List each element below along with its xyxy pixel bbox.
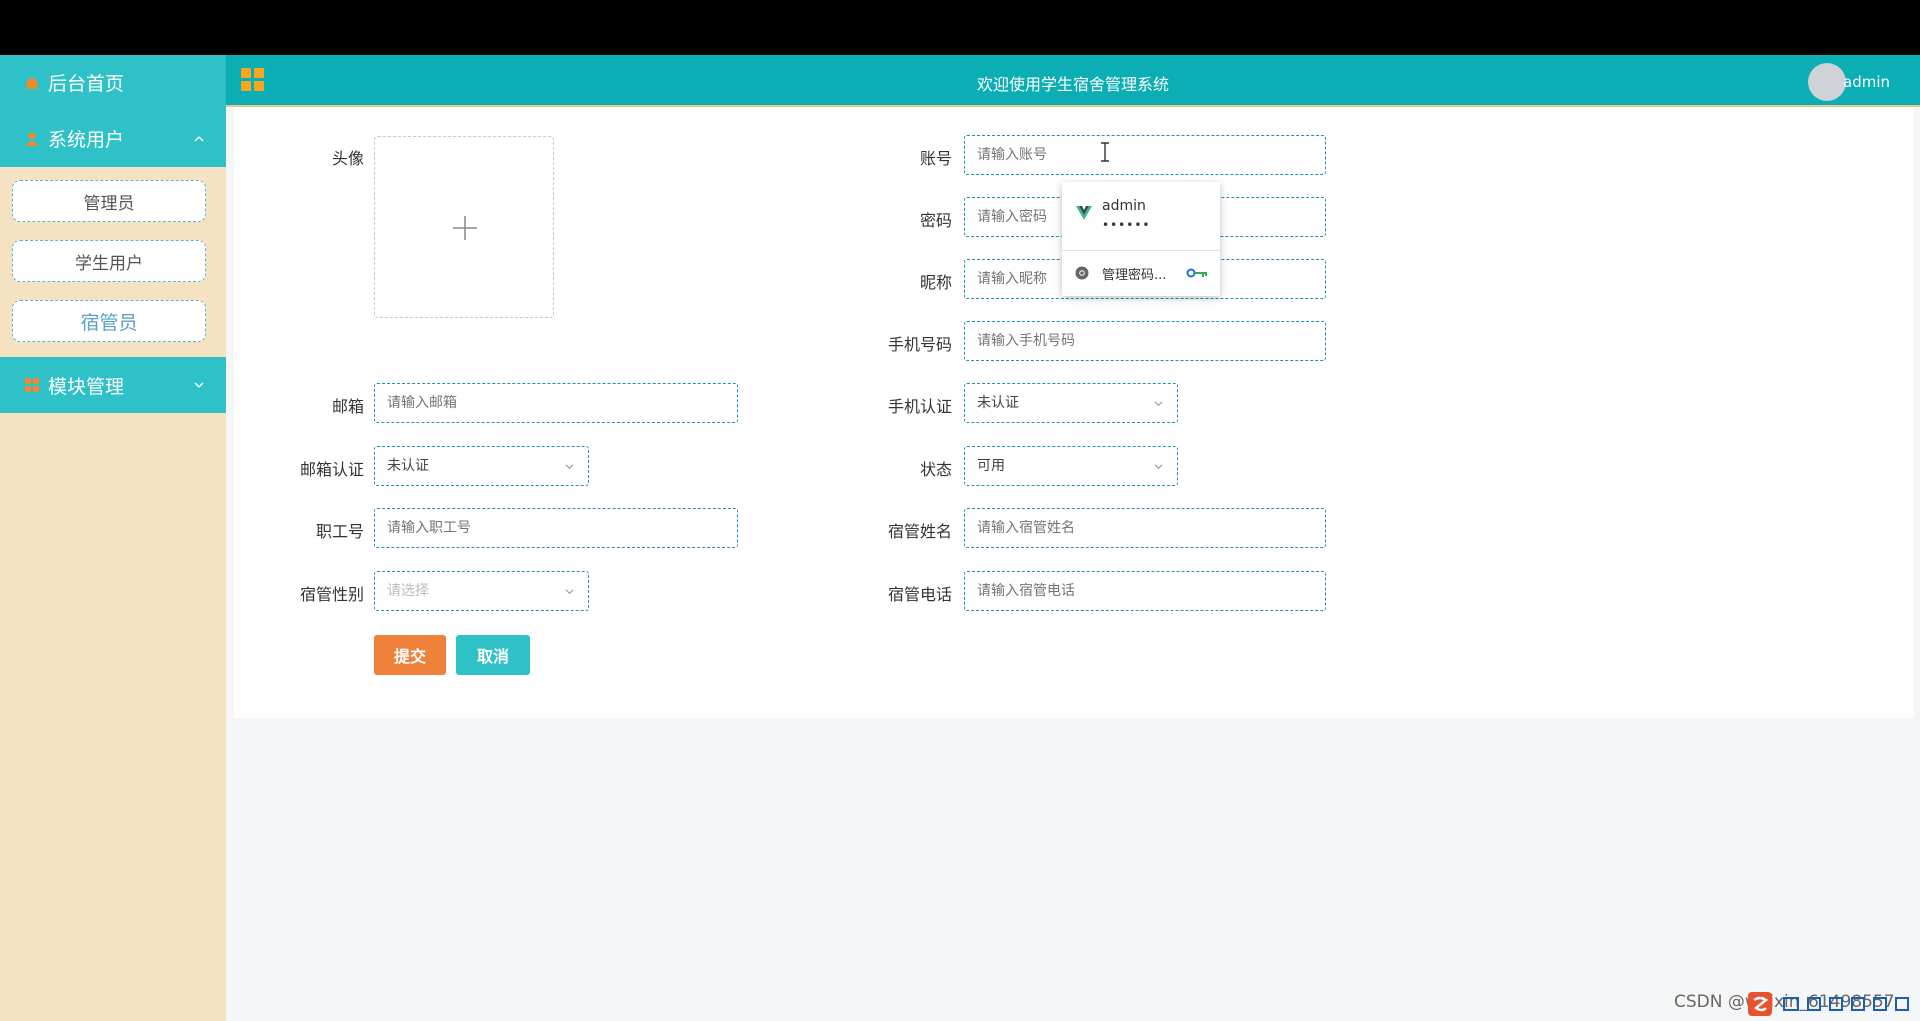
staff-id-input[interactable] — [374, 508, 738, 548]
chevron-down-icon — [565, 589, 574, 595]
user-icon — [25, 132, 39, 146]
manager-gender-label: 宿管性别 — [299, 585, 364, 604]
cancel-button[interactable]: 取消 — [456, 635, 530, 675]
email-verify-select[interactable]: 未认证 — [374, 446, 589, 486]
autofill-popup: admin •••••• 管理密码... — [1062, 182, 1220, 296]
manager-phone-label: 宿管电话 — [887, 585, 952, 604]
chevron-down-icon — [1154, 401, 1163, 407]
manager-gender-select[interactable]: 请选择 — [374, 571, 589, 611]
vue-logo-icon — [1076, 206, 1092, 220]
menu-system-users[interactable]: 系统用户 — [0, 110, 226, 167]
menu-module-mgmt[interactable]: 模块管理 — [0, 357, 226, 413]
autofill-username[interactable]: admin — [1102, 198, 1146, 214]
phone-label: 手机号码 — [887, 335, 952, 354]
module-icon — [25, 378, 39, 392]
phone-verify-label: 手机认证 — [887, 397, 952, 416]
plus-icon — [453, 216, 477, 240]
avatar-upload[interactable] — [374, 136, 554, 318]
menu-module-mgmt-label: 模块管理 — [48, 375, 125, 398]
sidebar: 后台首页 系统用户 管理员 学生用户 宿管员 模块管理 — [0, 55, 226, 1021]
phone-verify-value: 未认证 — [977, 395, 1019, 411]
chevron-down-icon — [194, 382, 204, 388]
status-value: 可用 — [977, 458, 1005, 474]
app-title: 欢迎使用学生宿舍管理系统 — [976, 75, 1169, 94]
email-input[interactable] — [374, 383, 738, 423]
window-top-bar — [0, 0, 1920, 55]
status-select[interactable]: 可用 — [964, 446, 1178, 486]
username[interactable]: admin — [1843, 73, 1890, 91]
chevron-down-icon — [565, 464, 574, 470]
avatar[interactable] — [1808, 63, 1846, 101]
phone-input[interactable] — [964, 321, 1326, 361]
manager-gender-placeholder: 请选择 — [387, 583, 429, 599]
manager-phone-input[interactable] — [964, 571, 1326, 611]
account-label: 账号 — [919, 149, 952, 168]
email-verify-label: 邮箱认证 — [299, 460, 364, 479]
chevron-up-icon — [194, 135, 204, 141]
key-icon — [1186, 268, 1207, 278]
email-label: 邮箱 — [331, 397, 364, 416]
chevron-down-icon — [1154, 464, 1163, 470]
sidebar-item-admin[interactable]: 管理员 — [12, 180, 206, 222]
password-label: 密码 — [919, 211, 952, 230]
home-icon — [25, 76, 39, 89]
chrome-icon — [1075, 266, 1089, 280]
phone-verify-select[interactable]: 未认证 — [964, 383, 1178, 423]
autofill-password-mask: •••••• — [1102, 218, 1151, 232]
account-input[interactable] — [964, 135, 1326, 175]
sidebar-item-student[interactable]: 学生用户 — [12, 240, 206, 282]
manager-name-input[interactable] — [964, 508, 1326, 548]
email-verify-value: 未认证 — [387, 458, 429, 474]
staff-id-label: 职工号 — [315, 522, 364, 541]
submit-button[interactable]: 提交 — [374, 635, 446, 675]
autofill-divider — [1062, 250, 1220, 251]
app-header: 欢迎使用学生宿舍管理系统 admin — [226, 55, 1920, 107]
menu-system-users-label: 系统用户 — [48, 129, 125, 151]
avatar-label: 头像 — [331, 149, 364, 168]
ime-toolbar-icons — [1748, 992, 1909, 1016]
nickname-label: 昵称 — [919, 273, 952, 292]
manager-name-label: 宿管姓名 — [887, 522, 952, 541]
sidebar-item-dorm-manager[interactable]: 宿管员 — [12, 300, 206, 342]
status-label: 状态 — [919, 460, 952, 479]
autofill-manage-passwords[interactable]: 管理密码... — [1102, 264, 1166, 283]
menu-home-label: 后台首页 — [48, 73, 125, 95]
menu-home[interactable]: 后台首页 — [0, 55, 226, 110]
text-cursor-icon — [1101, 142, 1109, 162]
